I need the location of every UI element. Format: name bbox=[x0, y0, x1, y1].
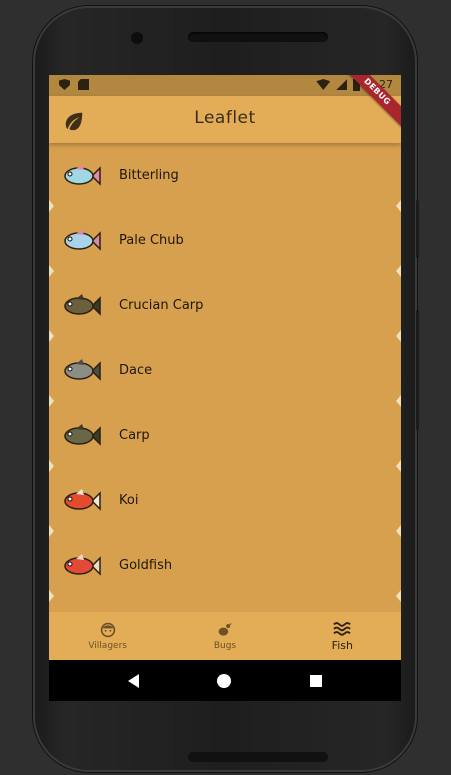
dace-icon bbox=[64, 358, 101, 381]
koi-icon bbox=[64, 488, 101, 511]
fish-name: Goldfish bbox=[119, 558, 173, 573]
nav-villagers-label: Villagers bbox=[88, 640, 127, 651]
carp-icon bbox=[64, 423, 101, 446]
list-divider-notch bbox=[49, 590, 54, 602]
list-divider-notch bbox=[396, 590, 401, 602]
nav-bugs-label: Bugs bbox=[213, 640, 237, 651]
app-title: Leaflet bbox=[194, 108, 256, 128]
list-item[interactable]: Crucian Carp bbox=[49, 273, 401, 342]
app-bar: Leaflet bbox=[49, 96, 401, 143]
list-item[interactable]: Koi bbox=[49, 468, 401, 537]
nav-fish[interactable]: Fish bbox=[284, 612, 401, 660]
system-navigation-bar bbox=[49, 660, 401, 701]
back-icon[interactable] bbox=[128, 673, 140, 688]
power-button bbox=[416, 310, 419, 430]
fish-list: Bitterling Pale Chub Crucian Carp Dace Carp K… bbox=[49, 143, 401, 612]
list-item[interactable]: Dace bbox=[49, 338, 401, 407]
list-item[interactable]: Goldfish bbox=[49, 533, 401, 602]
status-bar: 8:27 bbox=[49, 75, 401, 96]
goldfish-icon bbox=[64, 553, 101, 576]
wifi-icon bbox=[316, 79, 331, 90]
volume-button bbox=[416, 200, 419, 258]
fish-name: Bitterling bbox=[119, 168, 179, 183]
sim-card-icon bbox=[78, 79, 89, 90]
nav-fish-label: Fish bbox=[331, 639, 353, 652]
front-camera bbox=[131, 32, 143, 44]
signal-icon bbox=[336, 79, 348, 90]
fish-name: Koi bbox=[119, 493, 139, 508]
home-icon[interactable] bbox=[217, 673, 232, 688]
nav-bugs[interactable]: Bugs bbox=[166, 612, 283, 660]
fish-name: Pale Chub bbox=[119, 233, 184, 248]
bottom-speaker bbox=[188, 752, 328, 762]
pale-chub-icon bbox=[64, 228, 101, 251]
crucian-carp-icon bbox=[64, 293, 101, 316]
villager-face-icon bbox=[100, 622, 115, 637]
app-screen: 8:27 Leaflet DEBUG Bitterling Pale Chub Cr… bbox=[49, 75, 401, 701]
fish-name: Dace bbox=[119, 363, 153, 378]
list-item[interactable]: Pale Chub bbox=[49, 208, 401, 277]
waves-icon bbox=[333, 622, 352, 636]
nav-villagers[interactable]: Villagers bbox=[49, 612, 166, 660]
list-item[interactable]: Bitterling bbox=[49, 143, 401, 212]
bottom-navigation: Villagers Bugs Fish bbox=[49, 612, 401, 660]
bug-icon bbox=[218, 622, 232, 636]
recent-apps-icon[interactable] bbox=[309, 674, 322, 687]
list-item[interactable]: Carp bbox=[49, 403, 401, 472]
bitterling-icon bbox=[64, 163, 101, 186]
earpiece-speaker bbox=[188, 32, 328, 42]
fish-name: Carp bbox=[119, 428, 150, 443]
fish-name: Crucian Carp bbox=[119, 298, 204, 313]
shield-icon bbox=[59, 79, 70, 90]
